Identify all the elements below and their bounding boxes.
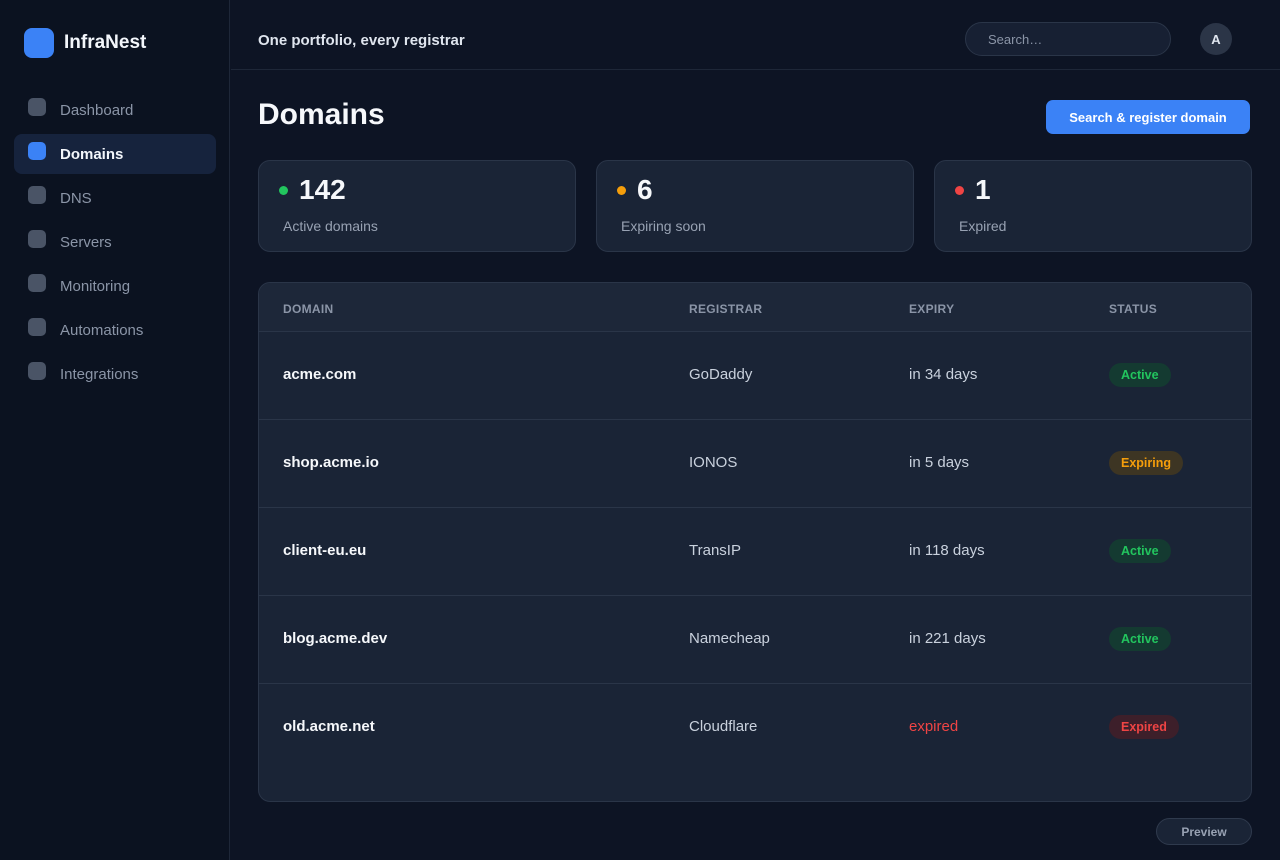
domain-cell[interactable]: shop.acme.io	[283, 454, 379, 471]
domain-cell[interactable]: acme.com	[283, 366, 356, 383]
stat-label: Expired	[959, 218, 1007, 234]
sidebar: InfraNest Dashboard Domains DNS Servers …	[0, 0, 230, 860]
column-header-registrar[interactable]: REGISTRAR	[689, 302, 762, 316]
sidebar-item-label: Integrations	[60, 365, 139, 383]
brand[interactable]: InfraNest	[24, 28, 146, 58]
registrar-cell: Namecheap	[689, 630, 770, 647]
table-row[interactable]: client-eu.eu TransIP in 118 days Active	[259, 507, 1251, 595]
domains-icon	[28, 142, 46, 160]
sidebar-item-monitoring[interactable]: Monitoring	[14, 266, 216, 306]
sidebar-item-label: Domains	[60, 145, 124, 163]
avatar[interactable]: A	[1200, 23, 1232, 55]
table-row[interactable]: acme.com GoDaddy in 34 days Active	[259, 331, 1251, 419]
column-header-status[interactable]: STATUS	[1109, 302, 1157, 316]
search-register-domain-button[interactable]: Search & register domain	[1046, 100, 1250, 134]
stat-label: Active domains	[283, 218, 378, 234]
sidebar-item-label: DNS	[60, 189, 92, 207]
stat-value: 1	[975, 174, 991, 205]
sidebar-item-dashboard[interactable]: Dashboard	[14, 90, 216, 130]
table-row[interactable]: shop.acme.io IONOS in 5 days Expiring	[259, 419, 1251, 507]
monitoring-icon	[28, 274, 46, 292]
status-badge: Active	[1109, 627, 1171, 651]
expiry-cell: in 221 days	[909, 630, 986, 647]
status-dot-icon	[955, 186, 964, 195]
table-header: DOMAIN REGISTRAR EXPIRY STATUS	[259, 283, 1251, 331]
stat-card-expiring: 6 Expiring soon	[596, 160, 914, 252]
sidebar-item-integrations[interactable]: Integrations	[14, 354, 216, 394]
sidebar-item-label: Automations	[60, 321, 144, 339]
registrar-cell: Cloudflare	[689, 718, 758, 735]
sidebar-item-dns[interactable]: DNS	[14, 178, 216, 218]
domains-table: DOMAIN REGISTRAR EXPIRY STATUS acme.com …	[258, 282, 1252, 802]
status-badge: Expired	[1109, 715, 1179, 739]
dns-icon	[28, 186, 46, 204]
header-tagline: One portfolio, every registrar	[258, 32, 465, 49]
sidebar-item-automations[interactable]: Automations	[14, 310, 216, 350]
servers-icon	[28, 230, 46, 248]
status-badge: Active	[1109, 539, 1171, 563]
sidebar-nav: Dashboard Domains DNS Servers Monitoring…	[14, 90, 216, 398]
sidebar-item-servers[interactable]: Servers	[14, 222, 216, 262]
integrations-icon	[28, 362, 46, 380]
status-badge: Active	[1109, 363, 1171, 387]
dashboard-icon	[28, 98, 46, 116]
sidebar-item-label: Dashboard	[60, 101, 134, 119]
app-logo-icon	[24, 28, 54, 58]
stat-value: 6	[637, 174, 653, 205]
expiry-cell: expired	[909, 718, 959, 735]
domain-cell[interactable]: old.acme.net	[283, 718, 375, 735]
search-input[interactable]	[965, 22, 1171, 56]
automations-icon	[28, 318, 46, 336]
table-row[interactable]: old.acme.net Cloudflare expired Expired	[259, 683, 1251, 771]
registrar-cell: IONOS	[689, 454, 738, 471]
table-row[interactable]: blog.acme.dev Namecheap in 221 days Acti…	[259, 595, 1251, 683]
expiry-cell: in 118 days	[909, 542, 985, 559]
stat-value: 142	[299, 174, 346, 205]
sidebar-item-label: Servers	[60, 233, 112, 251]
expiry-cell: in 34 days	[909, 366, 978, 383]
sidebar-item-domains[interactable]: Domains	[14, 134, 216, 174]
sidebar-item-label: Monitoring	[60, 277, 131, 295]
status-dot-icon	[617, 186, 626, 195]
domain-cell[interactable]: blog.acme.dev	[283, 630, 387, 647]
status-badge: Expiring	[1109, 451, 1184, 475]
registrar-cell: GoDaddy	[689, 366, 753, 383]
app-name: InfraNest	[64, 32, 147, 53]
column-header-domain[interactable]: DOMAIN	[283, 302, 333, 316]
registrar-cell: TransIP	[689, 542, 741, 559]
stat-card-expired: 1 Expired	[934, 160, 1252, 252]
preview-button[interactable]: Preview	[1156, 818, 1252, 845]
status-dot-icon	[279, 186, 288, 195]
stat-card-active: 142 Active domains	[258, 160, 576, 252]
top-header: One portfolio, every registrar A	[231, 0, 1280, 70]
column-header-expiry[interactable]: EXPIRY	[909, 302, 954, 316]
page-title: Domains	[258, 98, 385, 131]
stat-label: Expiring soon	[621, 218, 706, 234]
expiry-cell: in 5 days	[909, 454, 970, 471]
domain-cell[interactable]: client-eu.eu	[283, 542, 366, 559]
